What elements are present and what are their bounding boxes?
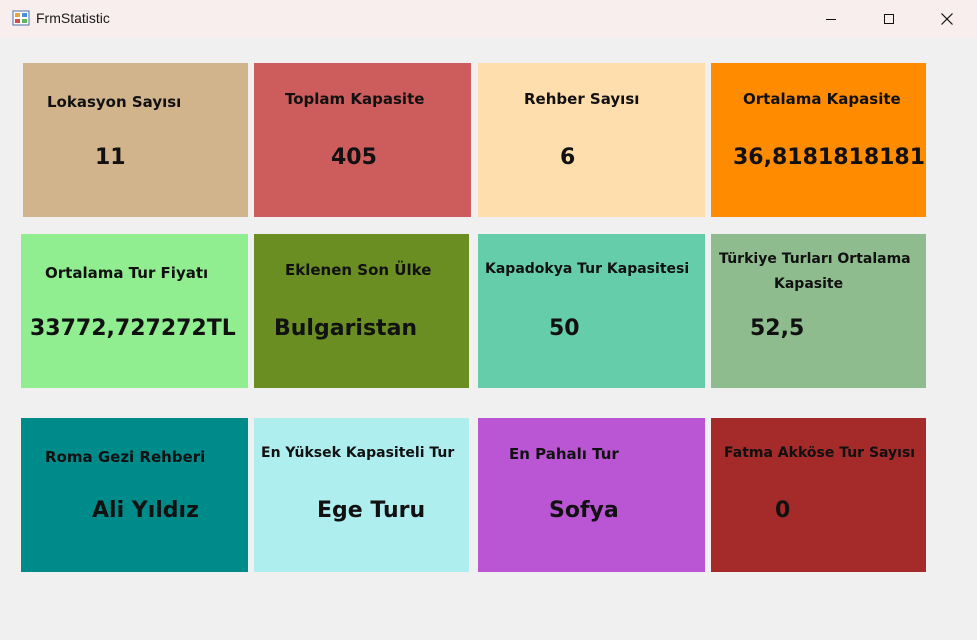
stat-label: Ortalama Kapasite bbox=[743, 90, 901, 108]
title-bar[interactable]: FrmStatistic bbox=[0, 0, 977, 38]
stat-label: En Yüksek Kapasiteli Tur bbox=[261, 445, 455, 461]
close-button[interactable] bbox=[918, 0, 976, 38]
stat-value: Sofya bbox=[549, 498, 619, 523]
stat-panel-en-pahali-tur: En Pahalı Tur Sofya bbox=[478, 418, 705, 572]
stat-value: 11 bbox=[95, 145, 126, 170]
stat-label-line1: Türkiye Turları Ortalama bbox=[719, 251, 911, 267]
stat-label: Lokasyon Sayısı bbox=[47, 93, 182, 111]
stat-label: En Pahalı Tur bbox=[509, 445, 619, 463]
app-icon bbox=[12, 9, 30, 27]
stat-label: Roma Gezi Rehberi bbox=[45, 448, 206, 466]
maximize-button[interactable] bbox=[860, 0, 918, 38]
minimize-button[interactable] bbox=[802, 0, 860, 38]
stat-value: 405 bbox=[331, 145, 377, 170]
stat-value: 50 bbox=[549, 316, 580, 341]
minimize-icon bbox=[825, 13, 837, 25]
stat-panel-roma-gezi-rehberi: Roma Gezi Rehberi Ali Yıldız bbox=[21, 418, 248, 572]
stat-value: 6 bbox=[560, 145, 576, 170]
stat-label: Ortalama Tur Fiyatı bbox=[45, 264, 209, 282]
stat-panel-fatma-akkose-tur-sayisi: Fatma Akköse Tur Sayısı 0 bbox=[711, 418, 926, 572]
stat-label-line2: Kapasite bbox=[774, 276, 844, 292]
stat-label: Kapadokya Tur Kapasitesi bbox=[485, 261, 690, 277]
stat-panel-kapadokya-tur-kapasitesi: Kapadokya Tur Kapasitesi 50 bbox=[478, 234, 705, 388]
stat-panel-ortalama-tur-fiyati: Ortalama Tur Fiyatı 33772,727272TL bbox=[21, 234, 248, 388]
stat-panel-en-yuksek-kapasiteli-tur: En Yüksek Kapasiteli Tur Ege Turu bbox=[254, 418, 469, 572]
maximize-icon bbox=[883, 13, 895, 25]
stat-label: Rehber Sayısı bbox=[524, 90, 640, 108]
stat-value: 52,5 bbox=[750, 316, 805, 341]
stat-label: Toplam Kapasite bbox=[285, 90, 425, 108]
stat-value: Ali Yıldız bbox=[92, 498, 199, 523]
stat-panel-toplam-kapasite: Toplam Kapasite 405 bbox=[254, 63, 471, 217]
stat-value: 36,818181818181 bbox=[733, 145, 926, 170]
stat-panel-turkiye-turlari-ortalama-kapasite: Türkiye Turları Ortalama Kapasite 52,5 bbox=[711, 234, 926, 388]
stat-value: Ege Turu bbox=[317, 498, 426, 523]
stat-value: 33772,727272TL bbox=[30, 316, 236, 341]
stat-value: 0 bbox=[775, 498, 791, 523]
stat-value: Bulgaristan bbox=[274, 316, 418, 341]
stat-panel-ortalama-kapasite: Ortalama Kapasite 36,818181818181 bbox=[711, 63, 926, 217]
stat-panel-lokasyon-sayisi: Lokasyon Sayısı 11 bbox=[23, 63, 248, 217]
stat-panel-eklenen-son-ulke: Eklenen Son Ülke Bulgaristan bbox=[254, 234, 469, 388]
form-client-area: Lokasyon Sayısı 11 Toplam Kapasite 405 R… bbox=[0, 38, 977, 640]
stat-panel-rehber-sayisi: Rehber Sayısı 6 bbox=[478, 63, 705, 217]
window-title: FrmStatistic bbox=[36, 10, 110, 26]
close-icon bbox=[940, 12, 954, 26]
stat-label: Fatma Akköse Tur Sayısı bbox=[724, 445, 916, 461]
stat-label: Eklenen Son Ülke bbox=[285, 261, 432, 279]
